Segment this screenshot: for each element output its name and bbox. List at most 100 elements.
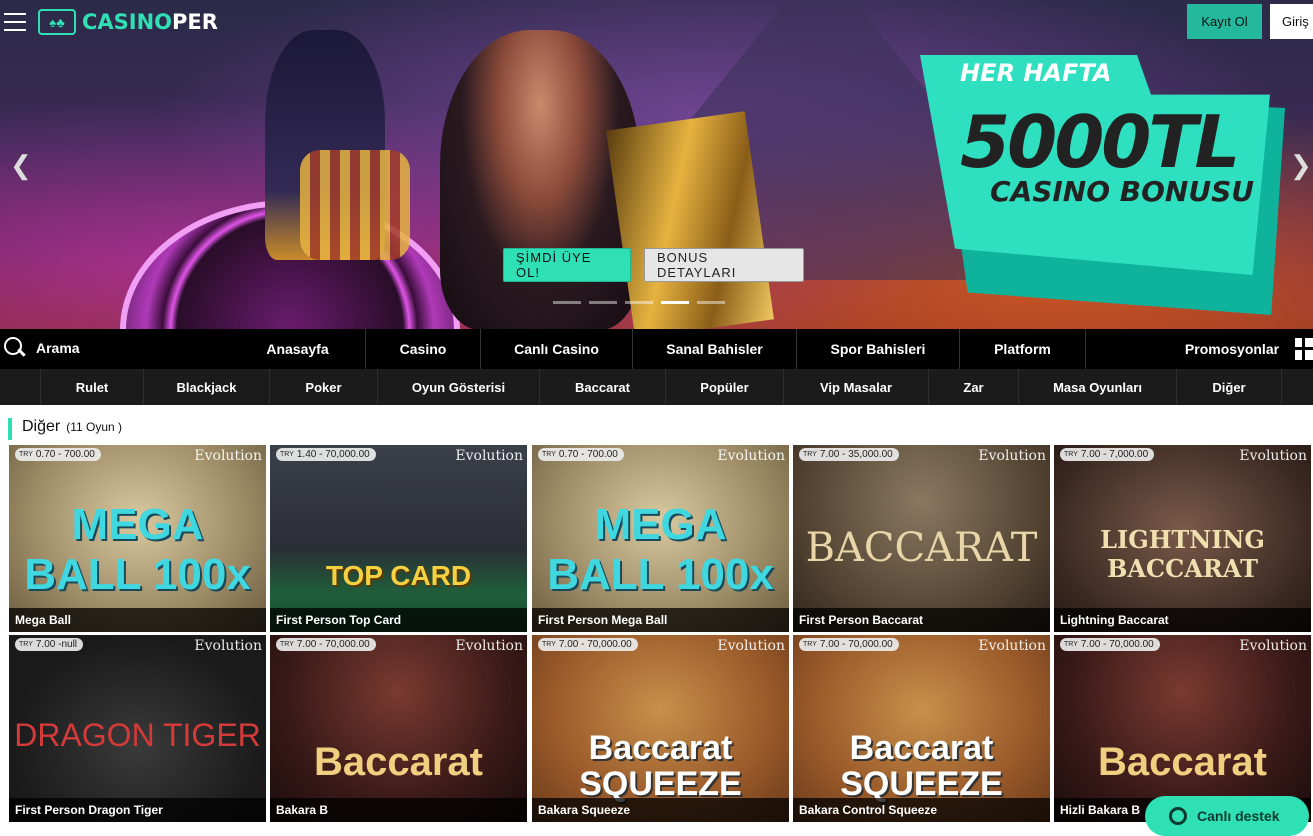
slider-prev-arrow-icon[interactable]: ❮ xyxy=(10,150,32,181)
category-rulet[interactable]: Rulet xyxy=(40,369,143,405)
bet-limit-badge: TRY 1.40 - 70,000.00 xyxy=(276,448,376,461)
game-tile[interactable]: Baccarat SQUEEZE TRY 7.00 - 70,000.00 Evo… xyxy=(532,635,789,822)
anubis-collar-image xyxy=(300,150,410,260)
bet-limit-badge: TRY 7.00 - 7,000.00 xyxy=(1060,448,1155,461)
slider-dots xyxy=(553,301,725,304)
bet-limit-badge: TRY 0.70 - 700.00 xyxy=(15,448,101,461)
signup-now-button[interactable]: ŞİMDİ ÜYE OL! xyxy=(503,248,631,282)
logo-per-text: PER xyxy=(172,10,218,34)
bet-limit-badge: TRY 0.70 - 700.00 xyxy=(538,448,624,461)
game-art-text: LIGHTNING BACCARAT xyxy=(1100,525,1265,583)
provider-logo: Evolution xyxy=(978,448,1046,464)
menu-icon[interactable] xyxy=(4,13,26,31)
nav-item-canli-casino[interactable]: Canlı Casino xyxy=(481,329,633,369)
category-blackjack[interactable]: Blackjack xyxy=(143,369,269,405)
search-label: Arama xyxy=(36,340,80,356)
game-tile[interactable]: MEGA BALL 100x TRY 0.70 - 700.00 Evolutio… xyxy=(532,445,789,632)
promo-graphic: HER HAFTA 5000TL CASINO BONUSU xyxy=(920,55,1300,325)
game-title: First Person Baccarat xyxy=(793,608,1050,632)
game-title: Bakara B xyxy=(270,798,527,822)
game-tile[interactable]: Baccarat TRY 7.00 - 70,000.00 Evolution B… xyxy=(270,635,527,822)
register-button[interactable]: Kayıt Ol xyxy=(1187,4,1262,39)
bet-limit-badge: TRY 7.00 - 35,000.00 xyxy=(799,448,899,461)
game-art-text: MEGA BALL 100x xyxy=(547,500,774,599)
game-title: Bakara Control Squeeze xyxy=(793,798,1050,822)
nav-item-promosyonlar[interactable]: Promosyonlar xyxy=(1170,329,1294,369)
game-tile[interactable]: MEGA BALL 100x TRY 0.70 - 700.00 Evolutio… xyxy=(9,445,266,632)
category-zar[interactable]: Zar xyxy=(928,369,1018,405)
promo-line3: CASINO BONUSU xyxy=(990,175,1255,208)
game-art-text: Baccarat xyxy=(313,740,483,784)
search-button[interactable]: Arama xyxy=(4,337,80,359)
cards-icon: ♠♣ xyxy=(38,9,76,35)
game-art-text: TOP CARD xyxy=(325,560,472,591)
top-bar: ♠♣ CASINOPER Kayıt Ol Giriş xyxy=(0,0,1313,42)
slider-dot[interactable] xyxy=(553,301,581,304)
game-title: Mega Ball xyxy=(9,608,266,632)
game-tile[interactable]: Baccarat TRY 7.00 - 70,000.00 Evolution H… xyxy=(1054,635,1311,822)
chat-bubble-icon xyxy=(1169,807,1187,825)
game-art-text: MEGA BALL 100x xyxy=(24,500,251,599)
promo-line1: HER HAFTA xyxy=(960,59,1112,87)
game-thumbnail xyxy=(270,635,527,822)
nav-item-casino[interactable]: Casino xyxy=(366,329,481,369)
bet-limit-badge: TRY 7.00 - 70,000.00 xyxy=(799,638,899,651)
nav-item-sanal-bahisler[interactable]: Sanal Bahisler xyxy=(633,329,797,369)
game-art-text: Baccarat xyxy=(1097,740,1267,784)
game-title: First Person Top Card xyxy=(270,608,527,632)
provider-logo: Evolution xyxy=(194,638,262,654)
category-poker[interactable]: Poker xyxy=(269,369,377,405)
provider-logo: Evolution xyxy=(455,638,523,654)
bet-limit-badge: TRY 7.00 - 70,000.00 xyxy=(1060,638,1160,651)
category-oyun-gosterisi[interactable]: Oyun Gösterisi xyxy=(377,369,539,405)
game-art-text: BACCARAT xyxy=(805,525,1038,571)
game-tile[interactable]: LIGHTNING BACCARAT TRY 7.00 - 7,000.00 Ev… xyxy=(1054,445,1311,632)
provider-logo: Evolution xyxy=(978,638,1046,654)
slider-dot[interactable] xyxy=(589,301,617,304)
live-support-button[interactable]: Canlı destek xyxy=(1145,796,1309,836)
category-vip-masalar[interactable]: Vip Masalar xyxy=(783,369,928,405)
section-header: Diğer (11 Oyun ) xyxy=(8,418,122,440)
login-button[interactable]: Giriş xyxy=(1270,4,1313,39)
category-nav: Rulet Blackjack Poker Oyun Gösterisi Bac… xyxy=(0,369,1313,405)
bet-limit-badge: TRY 7.00 - 70,000.00 xyxy=(538,638,638,651)
provider-logo: Evolution xyxy=(455,448,523,464)
game-title: Lightning Baccarat xyxy=(1054,608,1311,632)
provider-logo: Evolution xyxy=(194,448,262,464)
logo[interactable]: ♠♣ CASINOPER xyxy=(38,9,218,35)
game-art-text: Baccarat SQUEEZE xyxy=(579,729,742,803)
category-diger[interactable]: Diğer xyxy=(1176,369,1282,405)
game-thumbnail xyxy=(1054,635,1311,822)
game-tile[interactable]: TOP CARD TRY 1.40 - 70,000.00 Evolution F… xyxy=(270,445,527,632)
game-title: Bakara Squeeze xyxy=(532,798,789,822)
nav-item-platform[interactable]: Platform xyxy=(960,329,1086,369)
bonus-details-button[interactable]: BONUS DETAYLARI xyxy=(644,248,804,282)
slider-next-arrow-icon[interactable]: ❯ xyxy=(1290,150,1312,181)
gold-bar-image xyxy=(606,111,774,329)
main-nav: Arama Anasayfa Casino Canlı Casino Sanal… xyxy=(0,329,1313,369)
slider-dot[interactable] xyxy=(625,301,653,304)
category-masa-oyunlari[interactable]: Masa Oyunları xyxy=(1018,369,1176,405)
nav-item-spor-bahisleri[interactable]: Spor Bahisleri xyxy=(797,329,960,369)
nav-item-anasayfa[interactable]: Anasayfa xyxy=(230,329,366,369)
game-tile[interactable]: BACCARAT TRY 7.00 - 35,000.00 Evolution F… xyxy=(793,445,1050,632)
category-populer[interactable]: Popüler xyxy=(665,369,783,405)
search-icon xyxy=(4,337,26,359)
model-image xyxy=(440,30,640,329)
promo-line2: 5000TL xyxy=(960,100,1240,184)
provider-logo: Evolution xyxy=(717,448,785,464)
provider-logo: Evolution xyxy=(717,638,785,654)
game-tile[interactable]: Baccarat SQUEEZE TRY 7.00 - 70,000.00 Evo… xyxy=(793,635,1050,822)
slider-dot[interactable] xyxy=(697,301,725,304)
game-title: First Person Mega Ball xyxy=(532,608,789,632)
game-thumbnail xyxy=(270,445,527,632)
slider-dot-active[interactable] xyxy=(661,301,689,304)
gift-icon[interactable] xyxy=(1295,338,1313,360)
bet-limit-badge: TRY 7.00 -null xyxy=(15,638,84,651)
live-support-label: Canlı destek xyxy=(1197,808,1280,824)
category-baccarat[interactable]: Baccarat xyxy=(539,369,665,405)
game-art-text: Baccarat SQUEEZE xyxy=(840,729,1003,803)
logo-casino-text: CASINO xyxy=(82,10,173,34)
provider-logo: Evolution xyxy=(1239,638,1307,654)
game-tile[interactable]: DRAGON TIGER TRY 7.00 -null Evolution Fir… xyxy=(9,635,266,822)
